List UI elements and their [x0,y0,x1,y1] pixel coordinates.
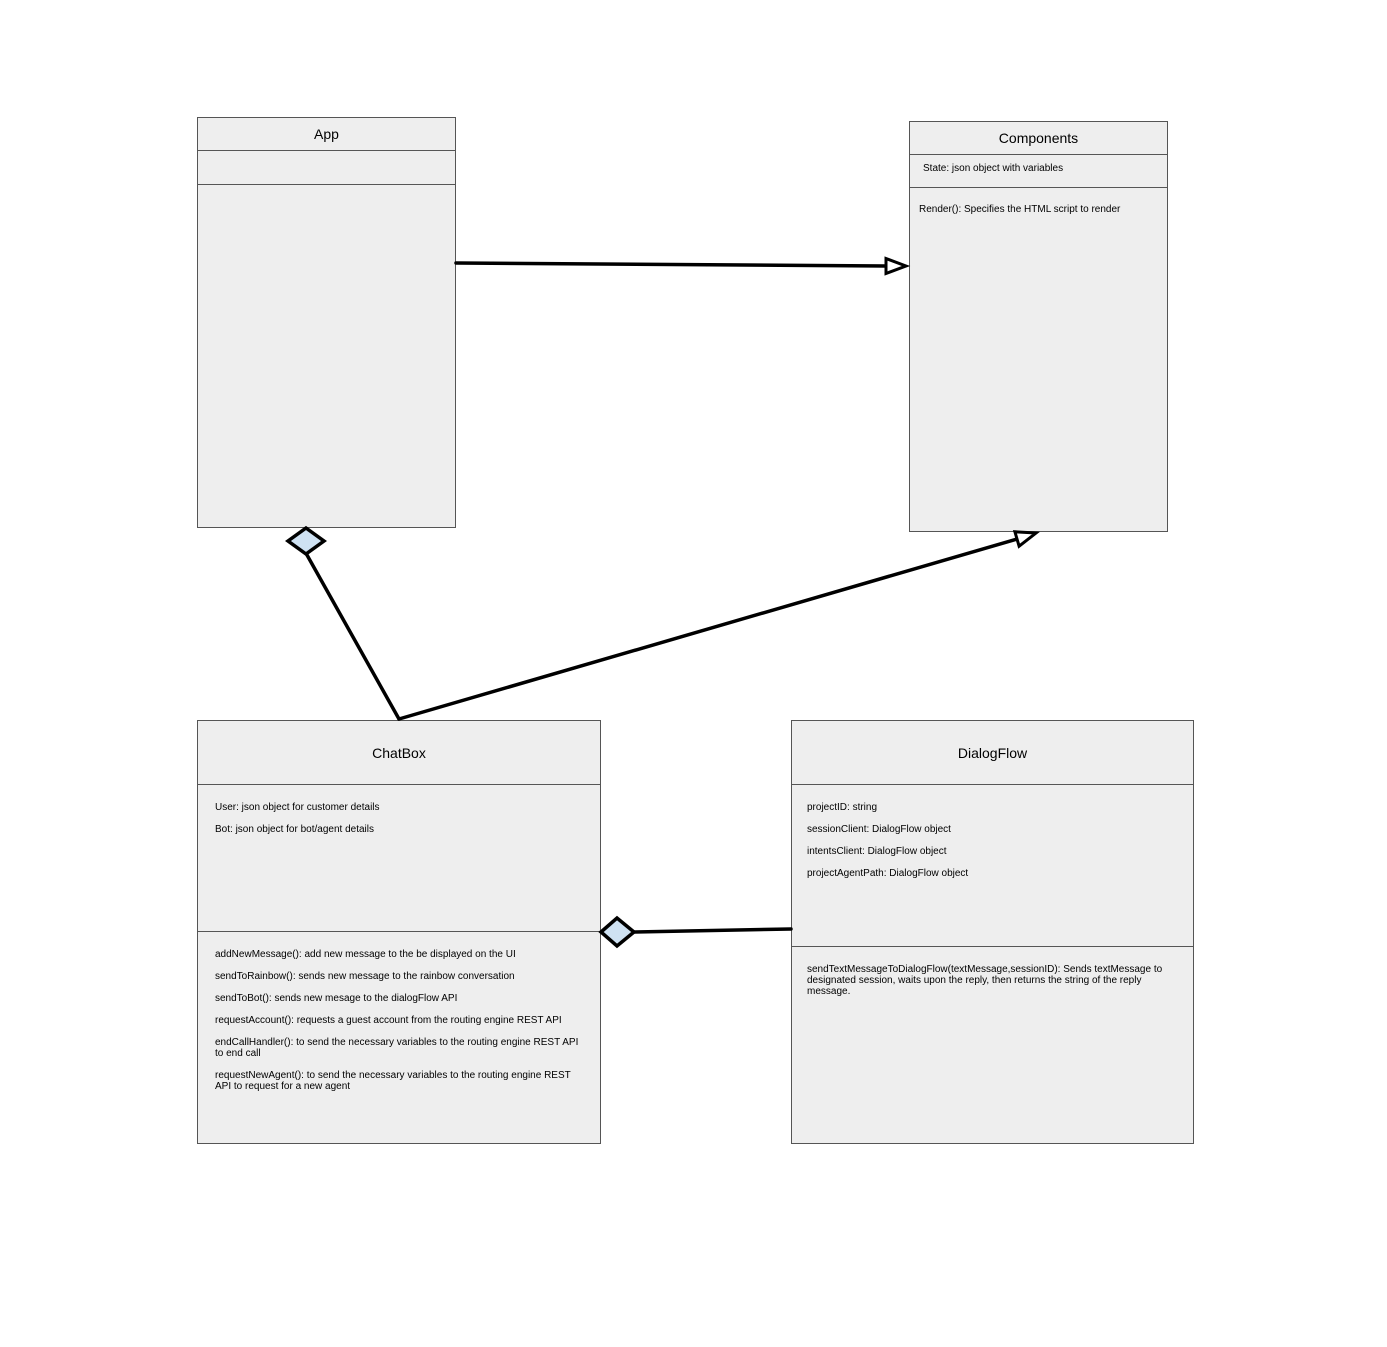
method-line: sendToRainbow(): sends new message to th… [215,971,515,982]
class-app-methods [198,185,455,527]
method-line: requestNewAgent(): to send the necessary… [215,1070,571,1092]
generalization-chatbox-components[interactable] [397,530,1041,721]
method-line: sendToBot(): sends new mesage to the dia… [215,993,458,1004]
attribute-line: State: json object with variables [923,163,1064,174]
connector-line [397,537,1019,721]
connector-line [454,261,888,268]
class-chatbox-methods: addNewMessage(): add new message to the … [198,932,600,1143]
class-chatbox-attributes: User: json object for customer details B… [198,785,600,932]
connector-line [305,553,401,721]
class-dialogflow[interactable]: DialogFlow projectID: string sessionClie… [791,720,1194,1144]
method-line: sendTextMessageToDialogFlow(textMessage,… [807,964,1163,997]
method-line: requestAccount(): requests a guest accou… [215,1015,562,1026]
class-components[interactable]: Components State: json object with varia… [909,121,1168,532]
class-dialogflow-methods: sendTextMessageToDialogFlow(textMessage,… [792,947,1193,1143]
hollow-arrowhead-icon [884,256,911,276]
class-components-attributes: State: json object with variables [910,155,1167,188]
attribute-line: User: json object for customer details [215,802,380,813]
aggregation-diamond-icon [598,915,637,949]
class-dialogflow-attributes: projectID: string sessionClient: DialogF… [792,785,1193,947]
attribute-line: Bot: json object for bot/agent details [215,824,374,835]
method-line: Render(): Specifies the HTML script to r… [919,204,1121,215]
class-chatbox[interactable]: ChatBox User: json object for customer d… [197,720,601,1144]
attribute-line: projectID: string [807,802,878,813]
connector-line [632,927,793,934]
attribute-line: intentsClient: DialogFlow object [807,846,947,857]
aggregation-dialogflow-chatbox[interactable] [598,915,793,949]
class-app-name: App [314,126,339,142]
class-components-title: Components [910,122,1167,155]
method-line: endCallHandler(): to send the necessary … [215,1037,579,1059]
aggregation-diamond-icon [285,525,327,557]
class-components-name: Components [998,130,1079,146]
aggregation-chatbox-app[interactable] [285,525,401,721]
class-app-attributes [198,151,455,185]
method-line: addNewMessage(): add new message to the … [215,949,516,960]
class-dialogflow-title: DialogFlow [792,721,1193,785]
hollow-arrowhead-icon [1012,530,1041,549]
attribute-line: sessionClient: DialogFlow object [807,824,951,835]
attribute-line: projectAgentPath: DialogFlow object [807,868,969,879]
class-chatbox-name: ChatBox [372,744,426,761]
class-chatbox-title: ChatBox [198,721,600,785]
class-dialogflow-name: DialogFlow [957,744,1028,761]
class-components-methods: Render(): Specifies the HTML script to r… [910,188,1167,531]
generalization-app-components[interactable] [454,256,911,276]
class-app[interactable]: App [197,117,456,528]
class-app-title: App [198,118,455,151]
